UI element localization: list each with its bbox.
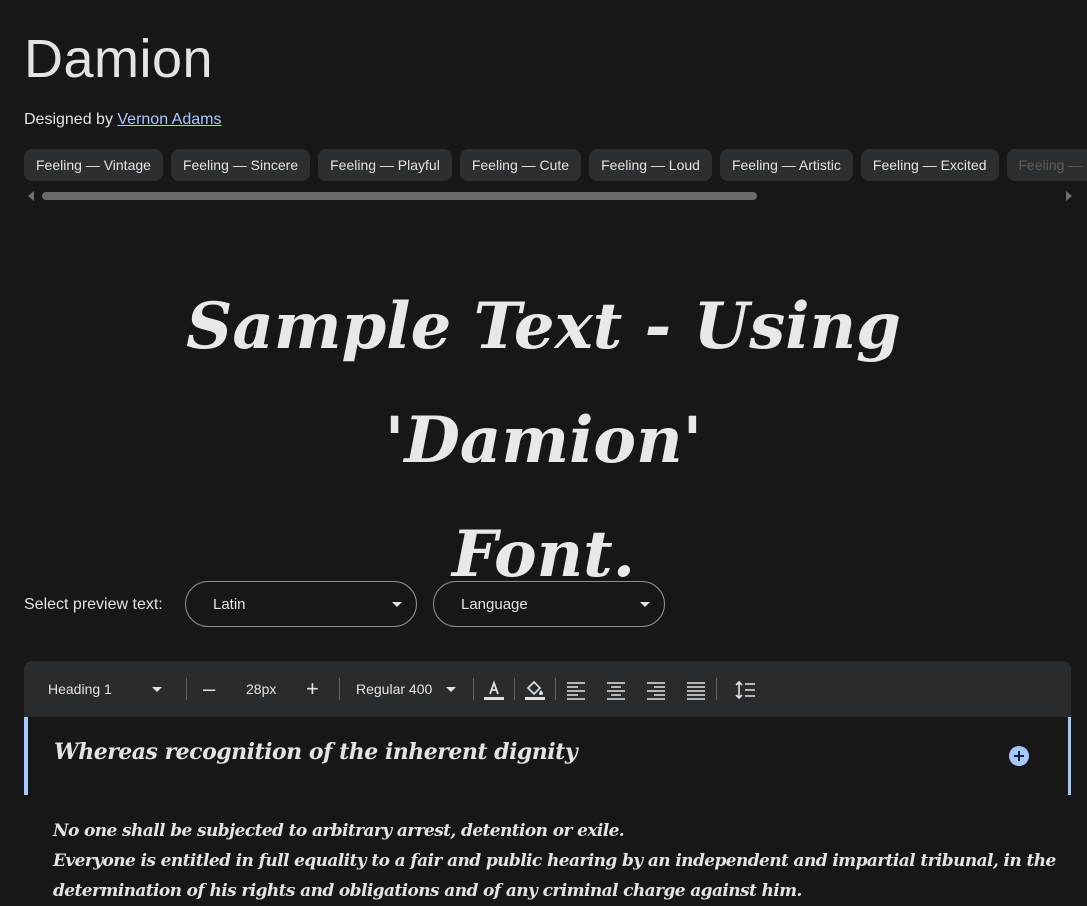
script-select-value: Latin bbox=[213, 596, 246, 613]
text-style-caret-icon bbox=[152, 687, 162, 692]
preview-line-3: determination of his rights and obligati… bbox=[53, 876, 1063, 906]
text-style-select[interactable]: Heading 1 bbox=[48, 661, 168, 717]
chip-excited[interactable]: Feeling — Excited bbox=[861, 149, 999, 181]
script-dropdown-caret-icon bbox=[392, 602, 402, 607]
add-block-plus-icon[interactable] bbox=[1009, 746, 1029, 766]
chips-scrollbar[interactable] bbox=[24, 190, 1072, 202]
designer-line: Designed by Vernon Adams bbox=[24, 111, 221, 129]
font-weight-value: Regular 400 bbox=[356, 681, 432, 697]
feeling-chips: Feeling — VintageFeeling — SincereFeelin… bbox=[24, 149, 1087, 181]
sample-text[interactable]: Sample Text - Using 'Damion' Font. bbox=[40, 270, 1047, 612]
script-select[interactable]: Latin bbox=[185, 581, 417, 627]
font-title: Damion bbox=[24, 28, 213, 90]
preview-block-active[interactable]: Whereas recognition of the inherent dign… bbox=[24, 717, 1071, 795]
toolbar-divider bbox=[514, 678, 515, 700]
scroll-left-arrow-icon[interactable] bbox=[28, 191, 34, 201]
toolbar-divider bbox=[186, 678, 187, 700]
font-size-value: 28px bbox=[246, 661, 276, 717]
language-select-value: Language bbox=[461, 596, 528, 613]
language-select[interactable]: Language bbox=[433, 581, 665, 627]
text-style-value: Heading 1 bbox=[48, 681, 112, 697]
toolbar-divider bbox=[473, 678, 474, 700]
preview-text-label: Select preview text: bbox=[24, 596, 163, 614]
align-right-icon[interactable] bbox=[645, 679, 667, 701]
preview-line-1: No one shall be subjected to arbitrary a… bbox=[53, 816, 1063, 846]
align-justify-icon[interactable] bbox=[685, 679, 707, 701]
chip-sincere[interactable]: Feeling — Sincere bbox=[171, 149, 310, 181]
line-height-icon[interactable] bbox=[734, 679, 756, 701]
chip-cute[interactable]: Feeling — Cute bbox=[460, 149, 581, 181]
designer-link[interactable]: Vernon Adams bbox=[117, 111, 221, 128]
increase-size-button[interactable]: + bbox=[306, 677, 319, 701]
chip-artistic[interactable]: Feeling — Artistic bbox=[720, 149, 853, 181]
sample-text-line-1: Sample Text - Using 'Damion' bbox=[40, 270, 1047, 498]
chip-vintage[interactable]: Feeling — Vintage bbox=[24, 149, 163, 181]
scroll-right-arrow-icon[interactable] bbox=[1066, 191, 1072, 201]
preview-toolbar: Heading 1 – 28px + Regular 400 bbox=[24, 661, 1071, 717]
toolbar-divider bbox=[716, 678, 717, 700]
toolbar-divider bbox=[339, 678, 340, 700]
align-left-icon[interactable] bbox=[565, 679, 587, 701]
font-weight-caret-icon bbox=[446, 687, 456, 692]
font-weight-select[interactable]: Regular 400 bbox=[356, 661, 464, 717]
toolbar-divider bbox=[555, 678, 556, 700]
chip-happy[interactable]: Feeling — Happy bbox=[1007, 149, 1087, 181]
preview-heading-text[interactable]: Whereas recognition of the inherent dign… bbox=[54, 739, 577, 765]
decrease-size-button[interactable]: – bbox=[203, 677, 215, 701]
background-color-icon[interactable] bbox=[524, 679, 546, 701]
align-center-icon[interactable] bbox=[605, 679, 627, 701]
chip-loud[interactable]: Feeling — Loud bbox=[589, 149, 712, 181]
chip-playful[interactable]: Feeling — Playful bbox=[318, 149, 452, 181]
text-color-icon[interactable] bbox=[483, 679, 505, 701]
preview-line-2: Everyone is entitled in full equality to… bbox=[53, 846, 1063, 876]
scrollbar-thumb[interactable] bbox=[42, 192, 757, 200]
designed-by-label: Designed by bbox=[24, 111, 117, 128]
language-dropdown-caret-icon bbox=[640, 602, 650, 607]
